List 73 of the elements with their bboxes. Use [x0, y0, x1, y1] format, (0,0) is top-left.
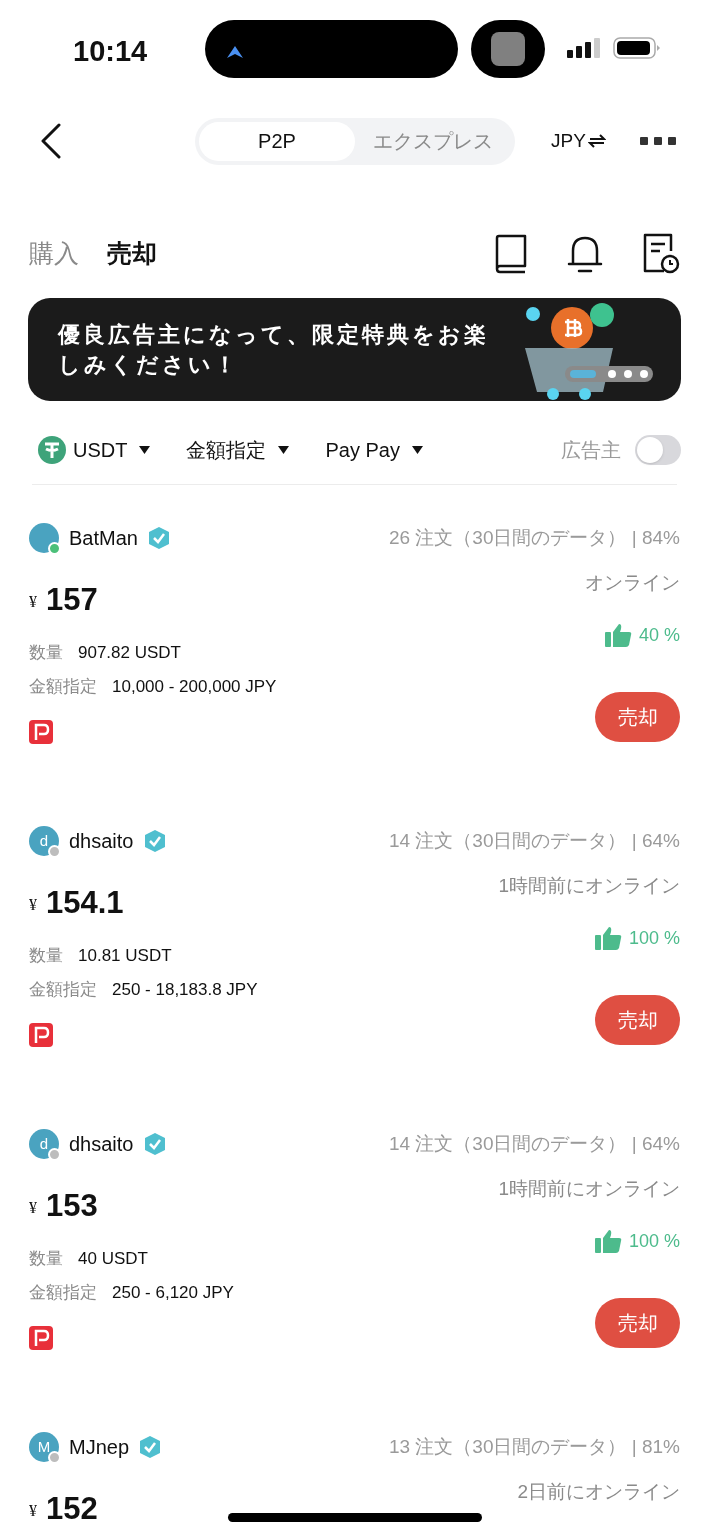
limit-label: 金額指定	[29, 979, 97, 1002]
quantity-value: 907.82 USDT	[78, 642, 181, 665]
paypay-icon	[29, 720, 53, 744]
toggle-label: 広告主	[561, 438, 621, 463]
quantity-value: 10.81 USDT	[78, 945, 172, 968]
notification-bell-icon[interactable]	[567, 234, 603, 274]
thumbs-up-icon	[604, 623, 632, 647]
merchant-name[interactable]: BatMan	[69, 523, 138, 553]
price: 153	[46, 1186, 98, 1225]
currency-symbol: ¥	[29, 1198, 37, 1218]
thumbs-up-icon	[594, 926, 622, 950]
verified-badge-icon	[143, 1132, 166, 1156]
currency-symbol: ¥	[29, 592, 37, 612]
swap-icon[interactable]	[587, 134, 606, 148]
verified-badge-icon	[139, 1435, 162, 1459]
banner-text: 優良広告主になって、限定特典をお楽しみください！	[58, 320, 490, 379]
merchant-name[interactable]: MJnep	[69, 1432, 130, 1462]
merchant-name[interactable]: dhsaito	[69, 1129, 134, 1159]
quantity-value: 40 USDT	[78, 1248, 148, 1271]
merchant-name[interactable]: dhsaito	[69, 826, 134, 856]
promo-banner[interactable]: 優良広告主になって、限定特典をお楽しみください！	[28, 298, 681, 401]
thumbs-up-icon	[594, 1229, 622, 1253]
positive-rating: 40 %	[638, 623, 680, 647]
signal-icon	[567, 38, 601, 58]
status-time: 10:14	[73, 34, 148, 69]
book-icon[interactable]	[494, 234, 528, 274]
advertiser-toggle[interactable]	[635, 435, 681, 465]
tether-coin-icon	[38, 436, 66, 464]
order-history-icon[interactable]	[642, 233, 680, 275]
online-status: 2日前にオンライン	[517, 1479, 680, 1504]
sell-button[interactable]: 売却	[595, 692, 680, 742]
filter-dropdown[interactable]: USDT	[38, 435, 151, 465]
online-status: 1時間前にオンライン	[498, 1176, 680, 1201]
price: 154.1	[46, 883, 124, 922]
online-status: 1時間前にオンライン	[498, 873, 680, 898]
order-stats: 14 注文（30日間のデータ） | 64%	[388, 1131, 680, 1156]
order-stats: 26 注文（30日間のデータ） | 84%	[388, 525, 680, 550]
limit-value: 10,000 - 200,000 JPY	[112, 676, 277, 699]
currency-symbol: ¥	[29, 1501, 37, 1521]
paypay-icon	[29, 1326, 53, 1350]
quantity-label: 数量	[29, 1248, 63, 1271]
limit-value: 250 - 18,183.8 JPY	[112, 979, 258, 1002]
filter-dropdown[interactable]: 金額指定	[186, 435, 290, 465]
price: 152	[46, 1489, 98, 1528]
positive-rating: 100 %	[628, 926, 680, 950]
battery-icon	[613, 36, 661, 60]
sell-button[interactable]: 売却	[595, 995, 680, 1045]
limit-label: 金額指定	[29, 1282, 97, 1305]
more-icon[interactable]	[640, 137, 676, 145]
caret-icon	[411, 446, 423, 454]
quantity-label: 数量	[29, 642, 63, 665]
order-stats: 13 注文（30日間のデータ） | 81%	[388, 1434, 680, 1459]
trade-tab[interactable]: 売却	[107, 235, 157, 273]
filter-dropdown[interactable]: Pay Pay	[325, 435, 423, 465]
paypay-icon	[29, 1023, 53, 1047]
limit-label: 金額指定	[29, 676, 97, 699]
currency-label[interactable]: JPY	[551, 126, 586, 156]
app-activity-icon	[471, 20, 545, 78]
sell-button[interactable]: 売却	[595, 1298, 680, 1348]
online-status: オンライン	[585, 570, 680, 595]
verified-badge-icon	[147, 526, 170, 550]
order-stats: 14 注文（30日間のデータ） | 64%	[388, 828, 680, 853]
price: 157	[46, 580, 98, 619]
caret-icon	[278, 446, 290, 454]
limit-value: 250 - 6,120 JPY	[112, 1282, 234, 1305]
quantity-label: 数量	[29, 945, 63, 968]
back-icon[interactable]	[40, 123, 62, 159]
currency-symbol: ¥	[29, 895, 37, 915]
verified-badge-icon	[143, 829, 166, 853]
segment-tab[interactable]: P2P	[199, 121, 355, 161]
caret-icon	[139, 446, 151, 454]
user-avatar[interactable]	[29, 523, 59, 553]
positive-rating: 100 %	[628, 1229, 680, 1253]
